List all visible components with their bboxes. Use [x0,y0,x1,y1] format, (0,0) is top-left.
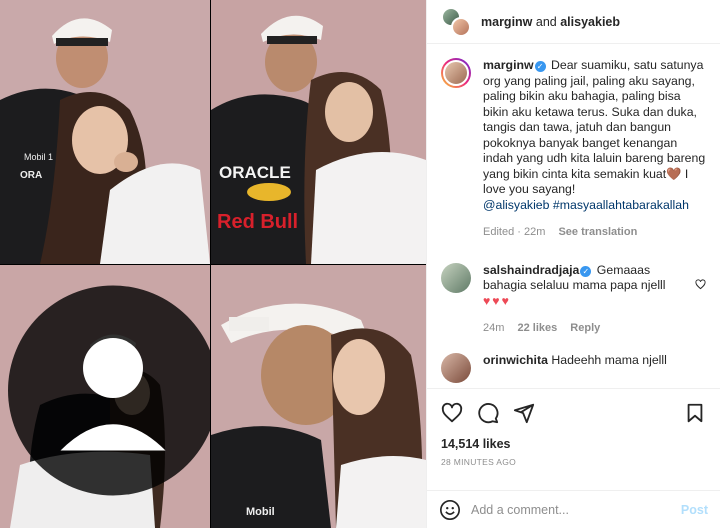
photo-panel-top-right: ORACLE Red Bull [211,0,426,264]
photo-panel-bottom-left [0,265,210,528]
and-text: and [535,14,557,29]
post-actions: 14,514 likes 28 MINUTES AGO [427,388,720,467]
add-comment-bar: Post [427,490,720,528]
coauthor-username[interactable]: alisyakieb [560,15,620,29]
comment-item: salshaindradjaja ✓ Gemaaas bahagia selalu… [441,262,706,337]
comment-hearts-emoji: ♥♥♥ [483,293,511,308]
bookmark-icon[interactable] [684,402,706,424]
comment-like-heart-icon[interactable] [695,278,706,290]
caption-username[interactable]: marginw [483,58,534,72]
caption-text: Dear suamiku, satu satunya org yang pali… [483,58,706,196]
jersey-oracle-text: ORACLE [219,163,291,182]
comment-text: Hadeehh mama njelll [551,352,667,367]
avatar[interactable] [441,262,471,293]
edited-label: Edited · 22m [483,226,546,238]
heart-icon[interactable] [441,402,463,424]
post-timestamp[interactable]: 28 MINUTES AGO [441,457,706,467]
caption: marginw ✓ Dear suamiku, satu satunya org … [441,58,706,241]
post-photo[interactable]: Mobil 1 ORA ORACLE Red Bull Mobil [0,0,426,528]
jersey-text-small: Mobil 1 [24,152,53,162]
avatar[interactable] [441,352,471,383]
verified-badge-icon: ✓ [534,61,546,72]
comment-item: orinwichita Hadeehh mama njelll [441,352,706,383]
likes-count[interactable]: 14,514 likes [441,437,706,451]
comment-username[interactable]: salshaindradjaja [483,263,579,277]
caption-hashtag[interactable]: #masyaallahtabarakallah [553,198,689,212]
caption-mention[interactable]: @alisyakieb [483,198,549,212]
post-authors: marginw and alisyakieb [481,15,620,29]
multiple-users-tag-icon[interactable] [8,265,210,522]
avatar[interactable] [451,16,471,37]
caption-meta: Edited · 22m See translation [483,225,706,241]
comment-likes[interactable]: 22 likes [517,322,557,334]
svg-text:ORA: ORA [20,170,42,181]
see-translation-button[interactable]: See translation [558,226,637,238]
comment-icon[interactable] [477,402,499,424]
comment-input[interactable] [471,502,681,517]
comment-time: 24m [483,322,505,334]
post-comment-button[interactable]: Post [681,503,708,517]
verified-badge-icon: ✓ [580,265,592,277]
svg-text:Mobil: Mobil [246,506,275,518]
photo-panel-top-left: Mobil 1 ORA [0,0,210,264]
comment-meta: 24m 22 likes Reply [483,321,684,337]
post-details-panel: marginw and alisyakieb marginw ✓ Dear sua… [426,0,720,528]
collab-avatars[interactable] [441,6,471,37]
comments-list[interactable]: marginw ✓ Dear suamiku, satu satunya org … [427,44,720,384]
share-icon[interactable] [513,402,535,424]
emoji-icon[interactable] [439,499,461,521]
jersey-redbull-text: Red Bull [217,211,298,233]
author-username[interactable]: marginw [481,15,532,29]
photo-panel-bottom-right: Mobil [211,265,426,528]
comment-username[interactable]: orinwichita [483,353,548,367]
post-header: marginw and alisyakieb [427,0,720,44]
reply-button[interactable]: Reply [570,322,600,334]
avatar[interactable] [441,58,471,88]
